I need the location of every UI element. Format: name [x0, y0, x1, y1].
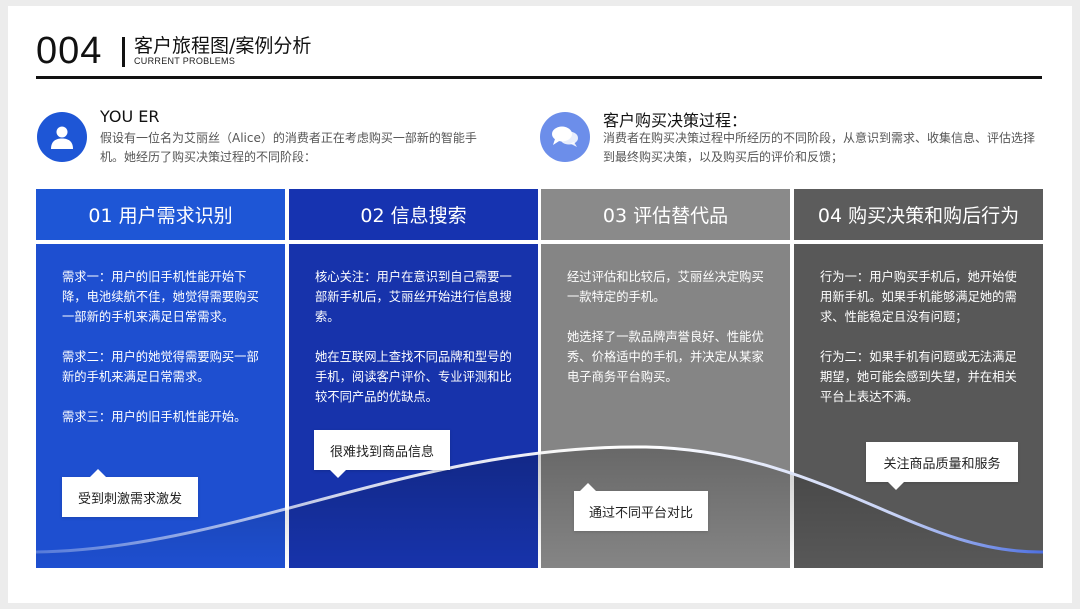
- stage-column-2: 02 信息搜索 核心关注：用户在意识到自己需要一部新手机后，艾丽丝开始进行信息搜…: [289, 189, 538, 568]
- callout-3: 通过不同平台对比: [574, 491, 708, 531]
- stage-title-3: 03 评估替代品: [541, 189, 790, 240]
- stage-column-4: 04 购买决策和购后行为 行为一：用户购买手机后，她开始使用新手机。如果手机能够…: [794, 189, 1043, 568]
- stage-1-paragraph-2: 需求二：用户的她觉得需要购买一部新的手机来满足日常需求。: [62, 350, 259, 384]
- callout-4-text: 关注商品质量和服务: [883, 456, 1001, 472]
- callout-4-pointer: [888, 482, 904, 490]
- callout-1: 受到刺激需求激发: [62, 477, 198, 517]
- stage-3-paragraph-2: 她选择了一款品牌声誉良好、性能优秀、价格适中的手机，并决定从某家电子商务平台购买…: [567, 330, 764, 384]
- callout-4: 关注商品质量和服务: [866, 442, 1018, 482]
- stage-text-4: 行为一：用户购买手机后，她开始使用新手机。如果手机能够满足她的需求、性能稳定且没…: [820, 267, 1026, 427]
- user-icon: [37, 112, 87, 162]
- chat-bubbles-icon: [540, 112, 590, 162]
- slide: 004 客户旅程图/案例分析 CURRENT PROBLEMS YOU ER 假…: [8, 6, 1072, 603]
- stage-2-paragraph-2: 她在互联网上查找不同品牌和型号的手机，阅读客户评价、专业评测和比较不同产品的优缺…: [315, 350, 512, 404]
- intro-text-2: 消费者在购买决策过程中所经历的不同阶段，从意识到需求、收集信息、评估选择到最终购…: [603, 131, 1036, 164]
- stage-body-2: 核心关注：用户在意识到自己需要一部新手机后，艾丽丝开始进行信息搜索。 她在互联网…: [289, 244, 538, 568]
- stage-title-1: 01 用户需求识别: [36, 189, 285, 240]
- callout-1-pointer: [90, 469, 106, 477]
- callout-3-pointer: [580, 483, 596, 491]
- title-divider: [122, 37, 125, 67]
- stage-4-paragraph-1: 行为一：用户购买手机后，她开始使用新手机。如果手机能够满足她的需求、性能稳定且没…: [820, 270, 1017, 324]
- header-rule: [36, 76, 1042, 79]
- stage-2-paragraph-1: 核心关注：用户在意识到自己需要一部新手机后，艾丽丝开始进行信息搜索。: [315, 270, 512, 324]
- intro-title-2: 客户购买决策过程：: [603, 111, 748, 130]
- intro-title-1: YOU ER: [100, 107, 160, 126]
- stage-body-1: 需求一：用户的旧手机性能开始下降，电池续航不佳，她觉得需要购买一部新的手机来满足…: [36, 244, 285, 568]
- stage-text-1: 需求一：用户的旧手机性能开始下降，电池续航不佳，她觉得需要购买一部新的手机来满足…: [62, 267, 268, 447]
- callout-2-text: 很难找到商品信息: [329, 444, 434, 460]
- stage-body-4: 行为一：用户购买手机后，她开始使用新手机。如果手机能够满足她的需求、性能稳定且没…: [794, 244, 1043, 568]
- section-number: 004: [36, 30, 103, 72]
- page-subtitle: CURRENT PROBLEMS: [134, 56, 236, 66]
- callout-2-pointer: [330, 470, 346, 478]
- callout-1-text: 受到刺激需求激发: [77, 491, 182, 507]
- stage-3-paragraph-1: 经过评估和比较后，艾丽丝决定购买一款特定的手机。: [567, 270, 764, 304]
- page-title: 客户旅程图/案例分析: [134, 35, 312, 57]
- stage-title-2: 02 信息搜索: [289, 189, 538, 240]
- stage-text-2: 核心关注：用户在意识到自己需要一部新手机后，艾丽丝开始进行信息搜索。 她在互联网…: [315, 267, 521, 427]
- stage-title-4: 04 购买决策和购后行为: [794, 189, 1043, 240]
- stage-4-paragraph-2: 行为二：如果手机有问题或无法满足期望，她可能会感到失望，并在相关平台上表达不满。: [820, 350, 1017, 404]
- intro-text-1: 假设有一位名为艾丽丝（Alice）的消费者正在考虑购买一部新的智能手机。她经历了…: [100, 131, 477, 164]
- callout-2: 很难找到商品信息: [314, 430, 450, 470]
- stage-1-paragraph-3: 需求三：用户的旧手机性能开始。: [62, 410, 247, 424]
- stage-1-paragraph-1: 需求一：用户的旧手机性能开始下降，电池续航不佳，她觉得需要购买一部新的手机来满足…: [62, 270, 259, 324]
- callout-3-text: 通过不同平台对比: [588, 505, 693, 521]
- stage-text-3: 经过评估和比较后，艾丽丝决定购买一款特定的手机。 她选择了一款品牌声誉良好、性能…: [567, 267, 773, 407]
